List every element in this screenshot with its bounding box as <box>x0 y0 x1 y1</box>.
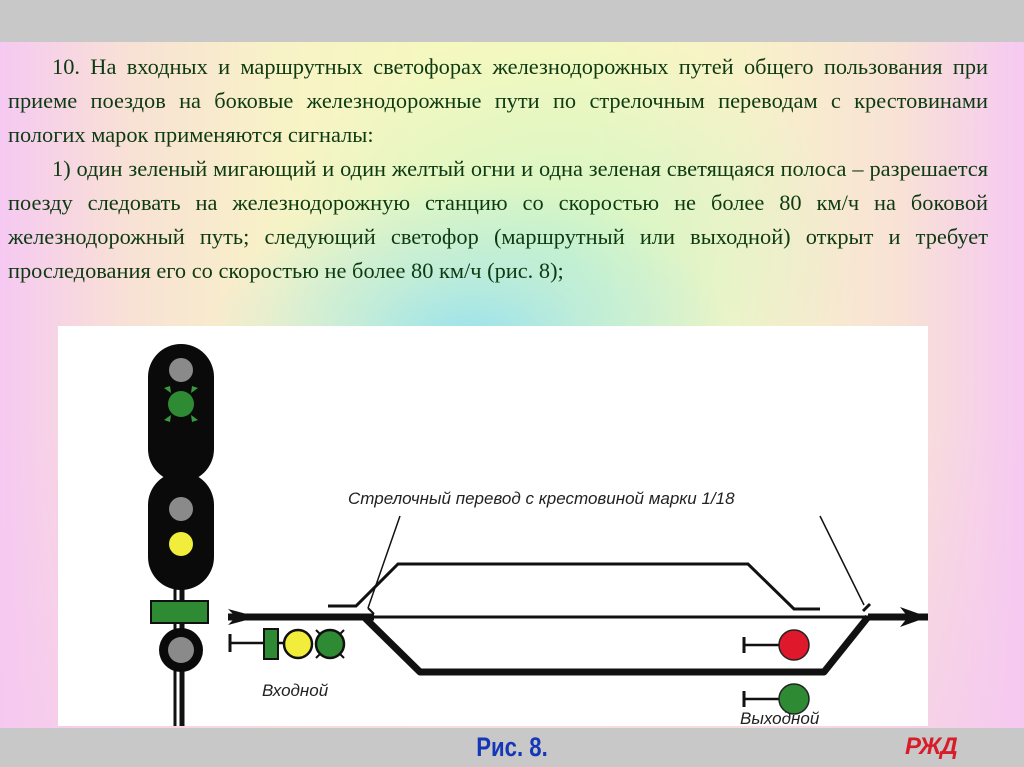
exit-signals: Выходной <box>740 629 820 726</box>
leader-line-right <box>819 515 865 606</box>
lamp-yellow <box>169 532 193 556</box>
flashing-green-lamp <box>164 386 198 422</box>
switch-point <box>861 602 872 613</box>
paragraph-intro: 10. На входных и маршрутных светофорах ж… <box>8 50 988 152</box>
exit-red-lamp <box>778 629 810 661</box>
entry-yellow-lamp <box>282 628 314 660</box>
text-line: 10. На входных и маршрутных светофорах ж… <box>52 54 814 79</box>
flash-ray <box>315 629 321 635</box>
green-strip-indicator <box>150 600 209 624</box>
entry-signal: Входной <box>228 628 346 700</box>
lower-signal-head <box>148 472 214 590</box>
text-line: 1) один зеленый мигающий и один желтый о… <box>52 156 775 181</box>
leader-line-left <box>367 515 401 609</box>
flash-ray <box>339 629 345 635</box>
text-line: скоростью не более 80 км/ч (рис. 8); <box>218 258 564 283</box>
flash-ray <box>315 653 321 659</box>
entry-flashing-green-lamp <box>314 628 346 660</box>
exit-signal-label: Выходной <box>740 709 820 726</box>
top-bar <box>0 0 1024 42</box>
lamp-gray-top <box>169 358 193 382</box>
slide: 10. На входных и маршрутных светофорах ж… <box>0 42 1024 728</box>
paragraph-item-1: 1) один зеленый мигающий и один желтый о… <box>8 152 988 288</box>
upper-track <box>328 562 820 611</box>
railway-diagram: Стрелочный перевод с крестовиной марки 1… <box>148 344 928 726</box>
figure-caption: Рис. 8. <box>476 732 548 762</box>
switch-label: Стрелочный перевод с крестовиной марки 1… <box>348 489 735 508</box>
entry-signal-label: Входной <box>262 681 329 700</box>
lamp-green <box>168 391 194 417</box>
lamp-gray-bottom <box>168 637 194 663</box>
rzd-logo: РЖД <box>905 733 958 760</box>
mast-signal <box>148 344 214 726</box>
slide-text: 10. На входных и маршрутных светофорах ж… <box>8 50 988 288</box>
lamp-gray-middle <box>169 497 193 521</box>
figure-8: Стрелочный перевод с крестовиной марки 1… <box>58 326 928 726</box>
bottom-bar: Рис. 8. РЖД <box>0 728 1024 767</box>
entry-green-strip <box>263 628 279 660</box>
switch-point <box>367 607 375 615</box>
flash-ray <box>339 653 345 659</box>
